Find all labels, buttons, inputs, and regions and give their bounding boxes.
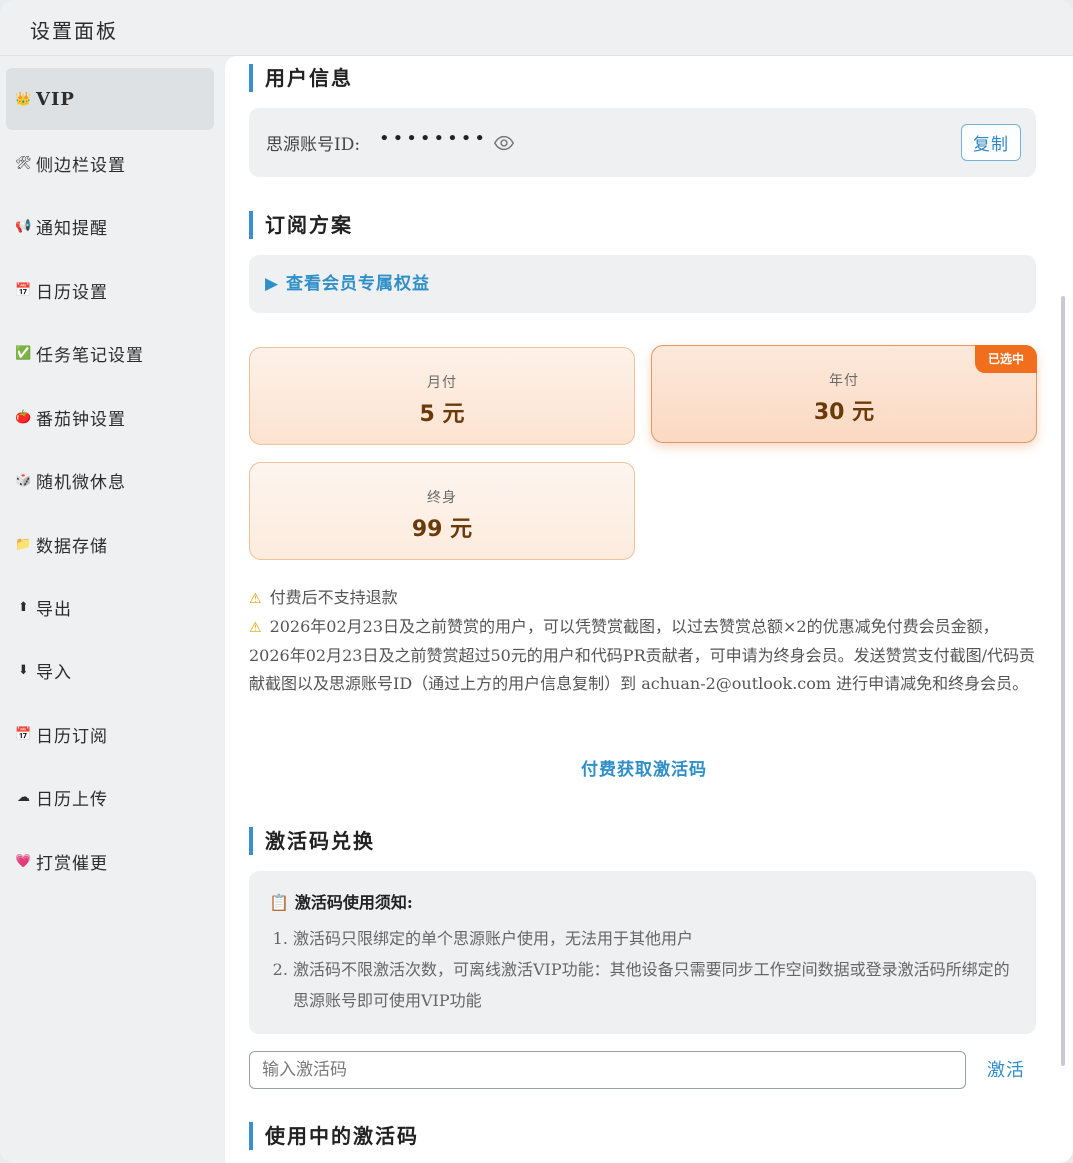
sidebar-item-label: 打赏催更 [36, 853, 108, 874]
activate-button[interactable]: 激活 [987, 1056, 1025, 1082]
pay-for-code-link[interactable]: 付费获取激活码 [581, 755, 707, 780]
sidebar-item-label: 通知提醒 [36, 218, 108, 239]
user-info-box: 思源账号ID: •••••••• 复制 [249, 108, 1036, 177]
folder-icon: 📁 [15, 536, 33, 552]
sidebar-item-task-notes[interactable]: ✅ 任务笔记设置 [6, 322, 214, 384]
plan-name: 终身 [427, 490, 457, 506]
sidebar-item-export[interactable]: ⬆ 导出 [6, 576, 214, 638]
sidebar-item-label: 随机微休息 [36, 472, 126, 493]
eye-icon[interactable] [493, 132, 515, 154]
plan-price: 30 元 [813, 400, 875, 425]
plan-price: 5 元 [419, 402, 465, 427]
sidebar-item-sidebar-settings[interactable]: 🛠 侧边栏设置 [6, 132, 214, 194]
title-bar: 设置面板 [0, 0, 1073, 56]
sidebar-item-label: 数据存储 [36, 536, 108, 557]
sidebar-item-notifications[interactable]: 📢 通知提醒 [6, 195, 214, 257]
notice-item: 激活码只限绑定的单个思源账户使用，无法用于其他用户 [293, 923, 1023, 954]
settings-window: 设置面板 👑 VIP 🛠 侧边栏设置 📢 通知提醒 📅 日历设置 ✅ 任务笔记设… [0, 0, 1073, 1163]
dice-icon: 🎲 [15, 472, 33, 488]
sidebar-item-pomodoro[interactable]: 🍅 番茄钟设置 [6, 386, 214, 448]
plan-name: 年付 [829, 373, 859, 389]
plan-card-yearly[interactable]: 已选中 年付 30 元 [651, 345, 1037, 443]
note-discount: ⚠ 2026年02月23日及之前赞赏的用户，可以凭赞赏截图，以过去赞赏总额×2的优… [249, 613, 1039, 698]
arrow-down-icon: ⬇ [18, 662, 30, 678]
main-content: 用户信息 思源账号ID: •••••••• 复制 订阅方案 ▶ 查看会员专属权益… [225, 56, 1073, 1163]
calendar-icon: 📅 [15, 282, 33, 298]
warning-icon: ⚠ [249, 620, 262, 636]
plan-name: 月付 [427, 375, 457, 391]
notice-list: 激活码只限绑定的单个思源账户使用，无法用于其他用户 激活码不限激活次数，可离线激… [293, 923, 1023, 1016]
check-icon: ✅ [15, 345, 33, 361]
sidebar-item-calendar-upload[interactable]: ☁ 日历上传 [6, 766, 214, 828]
note-text: 2026年02月23日及之前赞赏的用户，可以凭赞赏截图，以过去赞赏总额×2的优惠… [249, 617, 1036, 693]
sidebar-item-label: VIP [36, 88, 75, 110]
account-id-label: 思源账号ID: [266, 135, 361, 155]
sidebar-item-label: 日历上传 [36, 789, 108, 810]
window-title: 设置面板 [30, 19, 118, 43]
megaphone-icon: 📢 [15, 218, 33, 234]
cloud-icon: ☁ [17, 789, 31, 805]
sidebar-item-calendar-settings[interactable]: 📅 日历设置 [6, 259, 214, 321]
sidebar-item-micro-break[interactable]: 🎲 随机微休息 [6, 449, 214, 511]
clipboard-icon: 📋 [269, 893, 289, 912]
arrow-up-icon: ⬆ [18, 599, 30, 615]
sidebar-item-label: 导入 [36, 662, 72, 683]
sidebar-item-calendar-subscribe[interactable]: 📅 日历订阅 [6, 703, 214, 765]
view-benefits-toggle[interactable]: ▶ 查看会员专属权益 [249, 255, 1036, 313]
note-refund: ⚠ 付费后不支持退款 [249, 584, 1039, 613]
payment-notes: ⚠ 付费后不支持退款 ⚠ 2026年02月23日及之前赞赏的用户，可以凭赞赏截图，以… [249, 584, 1039, 698]
tools-icon: 🛠 [15, 155, 33, 171]
sidebar-item-label: 日历设置 [36, 282, 108, 303]
tomato-icon: 🍅 [15, 409, 33, 425]
calendar-icon: 📅 [15, 726, 33, 742]
activation-code-input[interactable] [249, 1051, 966, 1089]
notice-title: 📋 激活码使用须知: [269, 889, 413, 913]
sidebar-item-import[interactable]: ⬇ 导入 [6, 639, 214, 701]
activation-notice-box: 📋 激活码使用须知: 激活码只限绑定的单个思源账户使用，无法用于其他用户 激活码不… [249, 871, 1036, 1034]
section-title-activation: 激活码兑换 [249, 827, 375, 855]
notice-item: 激活码不限激活次数，可离线激活VIP功能：其他设备只需要同步工作空间数据或登录激… [293, 954, 1023, 1016]
crown-icon: 👑 [15, 91, 33, 107]
copy-button[interactable]: 复制 [961, 124, 1021, 161]
warning-icon: ⚠ [249, 591, 262, 607]
sidebar: 👑 VIP 🛠 侧边栏设置 📢 通知提醒 📅 日历设置 ✅ 任务笔记设置 🍅 番… [0, 56, 225, 1163]
sidebar-item-label: 侧边栏设置 [36, 155, 126, 176]
section-title-subscription: 订阅方案 [249, 211, 353, 239]
sidebar-item-label: 导出 [36, 599, 72, 620]
plan-card-monthly[interactable]: 月付 5 元 [249, 347, 635, 445]
notice-title-text: 激活码使用须知: [294, 893, 413, 912]
sidebar-item-label: 任务笔记设置 [36, 345, 144, 366]
sidebar-item-data-storage[interactable]: 📁 数据存储 [6, 513, 214, 575]
selected-badge: 已选中 [975, 345, 1037, 373]
heart-icon: 💗 [15, 853, 33, 869]
sidebar-item-donate[interactable]: 💗 打赏催更 [6, 830, 214, 892]
sidebar-item-vip[interactable]: 👑 VIP [6, 68, 214, 130]
note-text: 付费后不支持退款 [269, 588, 398, 607]
scrollbar[interactable] [1061, 296, 1065, 1066]
plan-card-lifetime[interactable]: 终身 99 元 [249, 462, 635, 560]
account-id-value: •••••••• [379, 128, 488, 149]
section-title-user-info: 用户信息 [249, 64, 353, 92]
sidebar-item-label: 日历订阅 [36, 726, 108, 747]
section-title-active-codes: 使用中的激活码 [249, 1122, 419, 1150]
sidebar-item-label: 番茄钟设置 [36, 409, 126, 430]
plan-price: 99 元 [411, 517, 473, 542]
